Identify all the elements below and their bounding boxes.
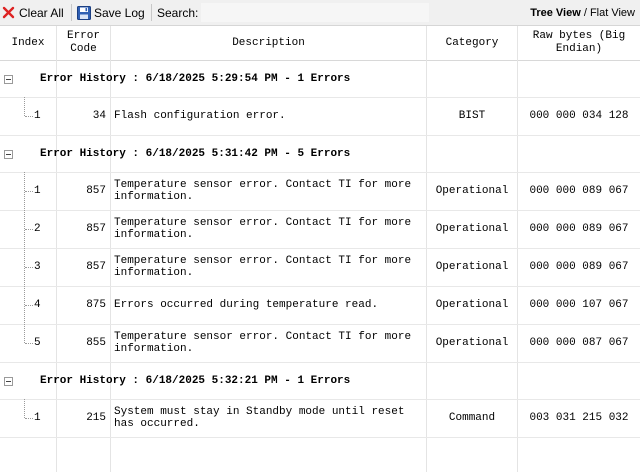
error-description: Temperature sensor error. Contact TI for… <box>114 331 412 355</box>
tree-connector <box>25 418 33 419</box>
error-description: Temperature sensor error. Contact TI for… <box>114 255 412 279</box>
table-row[interactable]: 1 34 Flash configuration error. BIST 000 000… <box>0 97 640 136</box>
row-index: 1 <box>34 110 41 122</box>
error-code: 215 <box>86 412 106 424</box>
tree-view-toggle[interactable]: Tree View <box>530 7 581 19</box>
table-row[interactable]: 1 215 System must stay in Standby mode unt… <box>0 399 640 438</box>
column-header-description[interactable]: Description <box>111 26 426 60</box>
toolbar: Clear All Save Log Search: Tree View / F… <box>0 0 640 26</box>
raw-bytes: 000 000 034 128 <box>529 110 629 122</box>
search-label: Search: <box>157 5 199 20</box>
clear-all-label: Clear All <box>19 5 64 20</box>
error-description: Flash configuration error. <box>114 110 286 122</box>
table-row[interactable]: 4 875 Errors occurred during temperature r… <box>0 286 640 325</box>
group-title: Error History : 6/18/2025 5:29:54 PM - 1… <box>40 72 351 85</box>
tree-connector <box>25 343 33 344</box>
view-separator: / <box>580 6 590 19</box>
table-row[interactable]: 2 857 Temperature sensor error. Contact TI… <box>0 210 640 249</box>
error-category: Operational <box>435 185 509 197</box>
error-description: System must stay in Standby mode until r… <box>114 406 405 430</box>
search-input[interactable] <box>201 3 429 22</box>
clear-all-button[interactable]: Clear All <box>2 0 64 25</box>
tree-connector <box>25 267 33 268</box>
save-log-button[interactable]: Save Log <box>77 0 145 25</box>
error-category: Command <box>448 412 496 424</box>
row-index: 5 <box>34 337 41 349</box>
table-row[interactable]: 5 855 Temperature sensor error. Contact TI… <box>0 324 640 363</box>
row-index: 1 <box>34 412 41 424</box>
column-header-raw-bytes[interactable]: Raw bytes (Big Endian) <box>518 26 640 60</box>
toolbar-divider <box>71 4 72 21</box>
error-category: Operational <box>435 299 509 311</box>
floppy-disk-icon <box>77 5 91 20</box>
group-header-row[interactable]: Error History : 6/18/2025 5:31:42 PM - 5… <box>0 135 640 173</box>
error-code: 857 <box>86 185 106 197</box>
error-code: 875 <box>86 299 106 311</box>
toolbar-divider <box>151 4 152 21</box>
row-index: 4 <box>34 299 41 311</box>
tree-connector <box>24 97 26 116</box>
tree-connector <box>25 191 33 192</box>
column-header-row: Index Error Code Description Category Ra… <box>0 26 640 61</box>
group-title: Error History : 6/18/2025 5:31:42 PM - 5… <box>40 147 351 160</box>
save-log-label: Save Log <box>94 5 145 20</box>
group-header-row[interactable]: Error History : 6/18/2025 5:29:54 PM - 1… <box>0 60 640 98</box>
raw-bytes: 000 000 107 067 <box>529 299 629 311</box>
collapse-toggle-icon[interactable] <box>4 377 13 386</box>
tree-connector <box>25 305 33 306</box>
raw-bytes: 000 000 087 067 <box>529 337 629 349</box>
row-index: 3 <box>34 261 41 273</box>
error-code: 857 <box>86 223 106 235</box>
error-code: 857 <box>86 261 106 273</box>
clear-icon <box>2 6 15 19</box>
collapse-toggle-icon[interactable] <box>4 75 13 84</box>
error-category: BIST <box>458 110 486 122</box>
group-title: Error History : 6/18/2025 5:32:21 PM - 1… <box>40 374 351 387</box>
column-header-index[interactable]: Index <box>0 26 56 60</box>
raw-bytes: 000 000 089 067 <box>529 223 629 235</box>
raw-bytes: 000 000 089 067 <box>529 261 629 273</box>
error-description: Temperature sensor error. Contact TI for… <box>114 217 412 241</box>
column-header-error-code[interactable]: Error Code <box>57 26 110 60</box>
row-index: 2 <box>34 223 41 235</box>
raw-bytes: 000 000 089 067 <box>529 185 629 197</box>
tree-connector <box>25 116 33 117</box>
tree-connector <box>25 229 33 230</box>
error-category: Operational <box>435 337 509 349</box>
error-category: Operational <box>435 223 509 235</box>
collapse-toggle-icon[interactable] <box>4 150 13 159</box>
error-log-grid: Index Error Code Description Category Ra… <box>0 26 640 472</box>
error-category: Operational <box>435 261 509 273</box>
error-description: Errors occurred during temperature read. <box>114 299 379 311</box>
row-index: 1 <box>34 185 41 197</box>
table-row[interactable]: 1 857 Temperature sensor error. Contact TI… <box>0 172 640 211</box>
group-header-row[interactable]: Error History : 6/18/2025 5:32:21 PM - 1… <box>0 362 640 400</box>
error-code: 855 <box>86 337 106 349</box>
raw-bytes: 003 031 215 032 <box>529 412 629 424</box>
error-code: 34 <box>92 110 106 122</box>
flat-view-toggle[interactable]: Flat View <box>590 7 635 19</box>
tree-connector <box>24 172 26 343</box>
error-description: Temperature sensor error. Contact TI for… <box>114 179 412 203</box>
column-header-category[interactable]: Category <box>427 26 517 60</box>
tree-connector <box>24 399 26 418</box>
table-row[interactable]: 3 857 Temperature sensor error. Contact TI… <box>0 248 640 287</box>
view-toggle: Tree View / Flat View <box>530 0 635 25</box>
